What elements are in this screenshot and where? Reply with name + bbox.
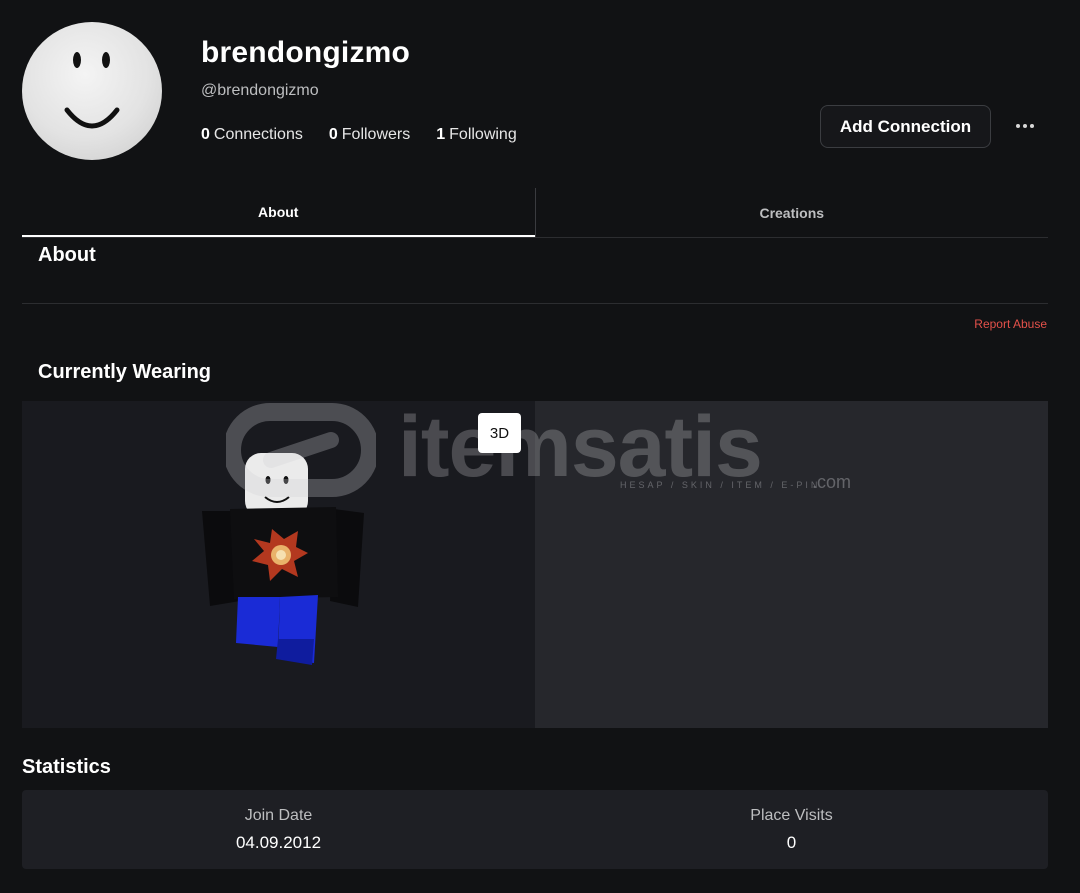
following-count: 1 [436, 126, 446, 143]
join-date-stat: Join Date 04.09.2012 [22, 790, 535, 869]
place-visits-label: Place Visits [750, 806, 833, 824]
about-heading: About [38, 244, 96, 266]
toggle-3d-button[interactable]: 3D [478, 413, 521, 453]
followers-label: Followers [341, 126, 411, 143]
place-visits-value: 0 [786, 832, 797, 852]
social-stats: 0 Connections 0 Followers 1 Following [201, 126, 517, 144]
more-options-button[interactable] [1010, 112, 1040, 140]
tab-about[interactable]: About [22, 188, 535, 237]
username: @brendongizmo [201, 82, 319, 99]
followers-stat[interactable]: 0 Followers [329, 126, 410, 144]
worn-items-area [535, 401, 1048, 728]
followers-count: 0 [328, 126, 338, 143]
ellipsis-icon [1016, 124, 1020, 128]
connections-count: 0 [201, 126, 210, 143]
connections-label: Connections [213, 126, 303, 143]
join-date-label: Join Date [244, 806, 313, 824]
join-date-value: 04.09.2012 [235, 832, 322, 852]
statistics-heading: Statistics [22, 756, 111, 778]
following-stat[interactable]: 1 Following [436, 126, 517, 144]
avatar-render [202, 453, 364, 665]
currently-wearing-heading: Currently Wearing [38, 361, 211, 383]
connections-stat[interactable]: 0 Connections [201, 126, 303, 144]
tab-creations[interactable]: Creations [536, 188, 1049, 237]
profile-avatar[interactable] [22, 22, 162, 160]
add-connection-button[interactable]: Add Connection [820, 105, 991, 148]
avatar-3d-viewer[interactable] [22, 401, 535, 728]
about-divider [22, 303, 1048, 304]
place-visits-stat: Place Visits 0 [535, 790, 1048, 869]
display-name: brendongizmo [201, 36, 411, 69]
profile-tabs: About Creations [22, 188, 1048, 238]
smiley-face-icon [64, 52, 120, 129]
report-abuse-link[interactable]: Report Abuse [974, 317, 1047, 331]
statistics-panel: Join Date 04.09.2012 Place Visits 0 [22, 790, 1048, 869]
currently-wearing-panel [22, 401, 1048, 728]
following-label: Following [449, 126, 517, 143]
